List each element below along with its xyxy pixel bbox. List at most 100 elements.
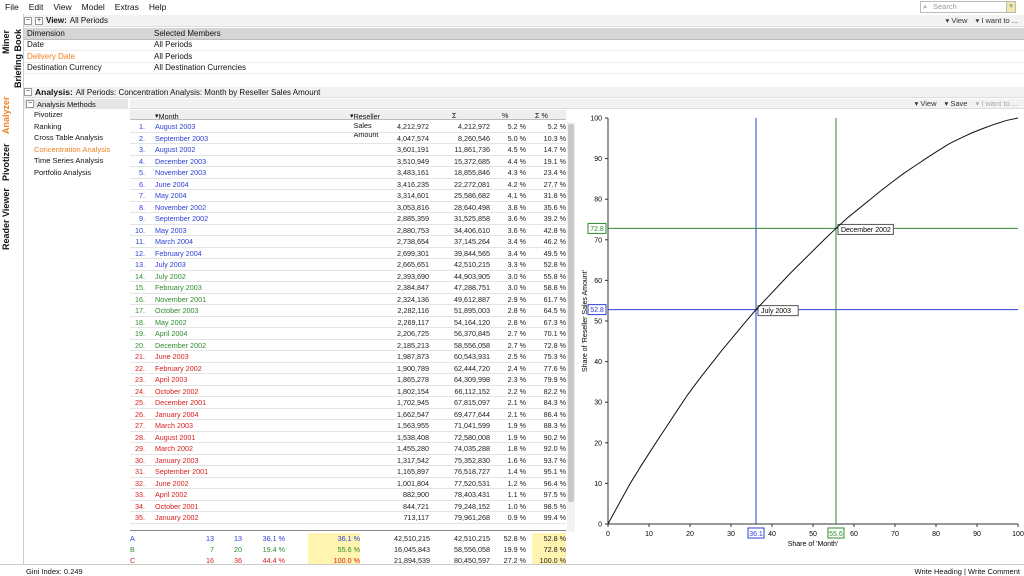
cell: 4.4 %: [507, 156, 526, 166]
table-row[interactable]: 17. October 2003 2,282,116 51,895,003 2.8 % 6…: [130, 305, 566, 317]
tab-reader[interactable]: Reader: [0, 219, 24, 250]
cell: October 2001: [155, 501, 199, 511]
cell: 3.3 %: [507, 260, 526, 269]
table-row[interactable]: 32. June 2002 1,001,804 77,520,531 1.2 % 96.4…: [130, 478, 566, 489]
col-header-pct[interactable]: %: [502, 111, 508, 120]
dimension-header-row: Dimension Selected Members: [24, 28, 1024, 40]
menu-model[interactable]: Model: [77, 2, 110, 12]
scrollbar-thumb[interactable]: [568, 124, 574, 502]
table-row[interactable]: 21. June 2003 1,987,873 60,543,931 2.5 % 75.3…: [130, 351, 566, 363]
save-button[interactable]: ▾ Save: [944, 99, 967, 108]
cell: March 2004: [155, 237, 193, 246]
table-row[interactable]: 25. December 2001 1,702,945 67,815,097 2.1 %…: [130, 397, 566, 409]
cell: 33.: [135, 490, 145, 499]
table-row[interactable]: 33. April 2002 882,900 78,403,431 1.1 % 97.5 …: [130, 489, 566, 501]
menu-help[interactable]: Help: [144, 2, 171, 12]
table-row[interactable]: 2. September 2003 4,047,574 8,260,546 5.0 % 1…: [130, 133, 566, 144]
table-row[interactable]: 31. September 2001 1,165,897 76,518,727 1.4 …: [130, 466, 566, 478]
dimension-row[interactable]: Date All Periods: [24, 40, 1024, 51]
method-time-series[interactable]: Time Series Analysis: [24, 155, 128, 167]
table-row[interactable]: 34. October 2001 844,721 79,248,152 1.0 % 98.…: [130, 501, 566, 512]
y-tick-label: 50: [594, 319, 602, 326]
table-row[interactable]: 29. March 2002 1,455,280 74,035,288 1.8 % 92.…: [130, 443, 566, 455]
i-want-to-button[interactable]: ▾ I want to ...: [975, 16, 1018, 25]
menu-view[interactable]: View: [48, 2, 76, 12]
cell: 82.2 %: [543, 386, 566, 396]
method-cross-table[interactable]: Cross Table Analysis: [24, 132, 128, 144]
menu-extras[interactable]: Extras: [110, 2, 144, 12]
chevron-down-icon[interactable]: ▾: [1006, 1, 1016, 13]
tab-analyzer[interactable]: Analyzer: [0, 92, 24, 138]
lorenz-curve: [607, 117, 1019, 525]
table-row[interactable]: 5. November 2003 3,483,161 18,855,846 4.3 % 2…: [130, 167, 566, 179]
col-header-month[interactable]: ▾ Month: [155, 111, 179, 121]
cell: 2.5 %: [507, 352, 526, 361]
cell: 39,844,565: [454, 248, 490, 258]
cell: 4,212,972: [458, 122, 490, 131]
dimension-row[interactable]: Destination Currency All Destination Curr…: [24, 63, 1024, 74]
cell: 2,185,213: [397, 340, 429, 350]
table-row[interactable]: 6. June 2004 3,416,235 22,272,081 4.2 % 27.7 …: [130, 179, 566, 190]
tab-viewer[interactable]: Viewer: [0, 186, 24, 220]
table-row[interactable]: 35. January 2002 713,117 79,961,268 0.9 % 99.…: [130, 512, 566, 524]
table-row[interactable]: 4. December 2003 3,510,949 15,372,685 4.4 % 1…: [130, 156, 566, 167]
menu-file[interactable]: File: [0, 2, 24, 12]
table-row[interactable]: 9. September 2002 2,885,359 31,525,858 3.6 %…: [130, 213, 566, 225]
cell: 44,903,905: [454, 271, 490, 281]
summary-cell: 19.9 %: [503, 545, 526, 554]
i-want-to-button[interactable]: ▾ I want to ...: [975, 99, 1018, 108]
method-concentration[interactable]: Concentration Analysis: [24, 144, 128, 156]
method-pivotizer[interactable]: Pivotizer: [24, 109, 128, 121]
table-row[interactable]: 19. April 2004 2,206,725 56,370,845 2.7 % 70.…: [130, 328, 566, 340]
table-row[interactable]: 1. August 2003 4,212,972 4,212,972 5.2 % 5.2 …: [130, 121, 566, 133]
view-button[interactable]: ▾ View: [945, 16, 967, 25]
cell: 72,580,008: [454, 432, 490, 442]
col-header-cum[interactable]: Σ: [452, 111, 456, 120]
table-row[interactable]: 10. May 2003 2,880,753 34,406,610 3.6 % 42.8 …: [130, 225, 566, 236]
cell: 75,352,830: [454, 455, 490, 465]
cell: 74,035,288: [454, 444, 490, 453]
table-row[interactable]: 27. March 2003 1,563,955 71,041,599 1.9 % 88.…: [130, 420, 566, 432]
cell: 2.9 %: [507, 294, 526, 304]
table-row[interactable]: 13. July 2003 2,665,651 42,510,215 3.3 % 52.8…: [130, 259, 566, 271]
search-input[interactable]: ⌕ Search ▾: [920, 1, 1016, 13]
col-header-amount[interactable]: ▾ Reseller Sales Amount: [350, 111, 380, 139]
tab-pivotizer[interactable]: Pivotizer: [0, 138, 24, 186]
table-row[interactable]: 8. November 2002 3,053,816 28,640,498 3.8 % 3…: [130, 202, 566, 213]
cell: December 2001: [155, 398, 207, 407]
table-row[interactable]: 14. July 2002 2,393,690 44,903,905 3.0 % 55.8…: [130, 271, 566, 282]
table-row[interactable]: 12. February 2004 2,699,301 39,844,565 3.4 %…: [130, 248, 566, 259]
table-row[interactable]: 28. August 2001 1,538,408 72,580,008 1.9 % 90…: [130, 432, 566, 443]
table-row[interactable]: 7. May 2004 3,314,601 25,586,682 4.1 % 31.8 %: [130, 190, 566, 202]
write-links[interactable]: Write Heading | Write Comment: [915, 567, 1020, 576]
cell: 88.3 %: [543, 421, 566, 430]
table-row[interactable]: 11. March 2004 2,738,654 37,145,264 3.4 % 46.…: [130, 236, 566, 248]
col-header-cum-pct[interactable]: Σ %: [535, 111, 548, 120]
method-ranking[interactable]: Ranking: [24, 121, 128, 133]
expand-icon[interactable]: +: [35, 16, 43, 25]
collapse-icon[interactable]: −: [26, 100, 34, 108]
table-row[interactable]: 3. August 2002 3,601,191 11,861,736 4.5 % 14.…: [130, 144, 566, 156]
dimension-row[interactable]: Delivery Date All Periods: [24, 51, 1024, 63]
cell: 62,444,720: [454, 363, 490, 373]
menu-edit[interactable]: Edit: [24, 2, 49, 12]
summary-cell: 72.8 %: [532, 544, 566, 555]
table-row[interactable]: 23. April 2003 1,865,278 64,309,998 2.3 % 79.…: [130, 374, 566, 386]
view-button[interactable]: ▾ View: [915, 99, 937, 108]
table-row[interactable]: 30. January 2003 1,317,542 75,352,830 1.6 % 9…: [130, 455, 566, 466]
table-row[interactable]: 15. February 2003 2,384,847 47,288,751 3.0 %…: [130, 282, 566, 294]
table-row[interactable]: 22. February 2002 1,900,789 62,444,720 2.4 %…: [130, 363, 566, 374]
method-portfolio[interactable]: Portfolio Analysis: [24, 167, 128, 179]
table-row[interactable]: 20. December 2002 2,185,213 58,556,058 2.7 %…: [130, 340, 566, 351]
summary-cell: 36.1 %: [262, 534, 285, 543]
cell: 3.4 %: [507, 237, 526, 246]
collapse-icon[interactable]: −: [24, 16, 32, 25]
collapse-icon[interactable]: −: [24, 88, 32, 96]
table-row[interactable]: 26. January 2004 1,662,547 69,477,644 2.1 % 8…: [130, 409, 566, 420]
cell: 3,053,816: [397, 202, 429, 212]
methods-header: − Analysis Methods: [24, 99, 128, 109]
table-row[interactable]: 24. October 2002 1,802,154 66,112,152 2.2 % 8…: [130, 386, 566, 397]
table-row[interactable]: 18. May 2002 2,269,117 54,164,120 2.8 % 67.3 …: [130, 317, 566, 328]
cell: 84.3 %: [543, 398, 566, 407]
table-row[interactable]: 16. November 2001 2,324,136 49,612,887 2.9 %…: [130, 294, 566, 305]
